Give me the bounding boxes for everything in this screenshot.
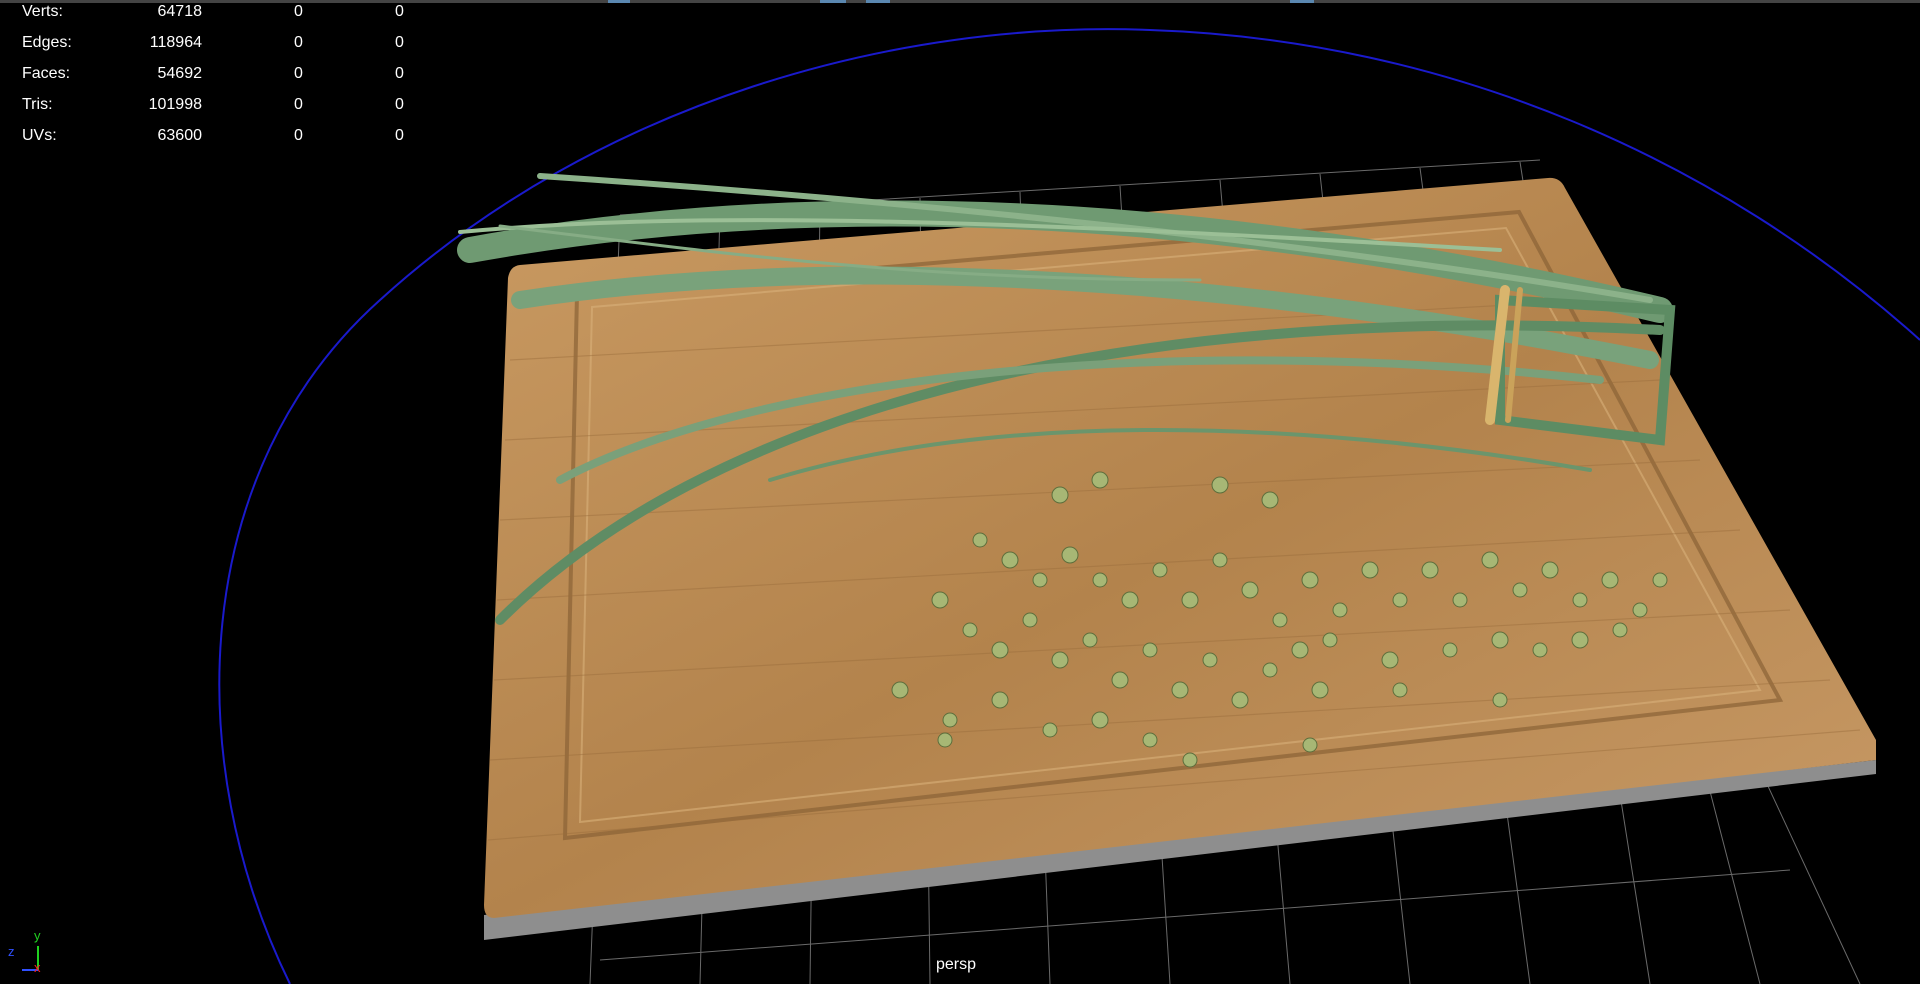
hud-selected: 0 — [294, 34, 303, 51]
hud-component: 0 — [395, 96, 404, 113]
hud-selected: 0 — [294, 127, 303, 144]
hud-label: Faces: — [22, 65, 71, 82]
hud-label: Verts: — [22, 3, 63, 20]
scene-canvas[interactable] — [0, 0, 1920, 984]
axis-y-label: y — [34, 928, 41, 943]
hud-component: 0 — [395, 127, 404, 144]
hud-row-tris: Tris: 101998 0 0 — [0, 96, 420, 116]
hud-selected: 0 — [294, 65, 303, 82]
hud-total: 63600 — [157, 127, 203, 144]
view-axis-gizmo: y z x — [8, 928, 48, 978]
hud-row-uvs: UVs: 63600 0 0 — [0, 127, 420, 147]
maya-viewport[interactable]: Verts: 64718 0 0 Edges: 118964 0 0 Faces… — [0, 0, 1920, 984]
hud-total: 118964 — [149, 34, 202, 51]
hud-label: Edges: — [22, 34, 72, 51]
hud-label: UVs: — [22, 127, 57, 144]
axis-z-label: z — [8, 944, 15, 959]
hud-total: 54692 — [157, 65, 203, 82]
camera-name-label: persp — [936, 956, 977, 973]
hud-selected: 0 — [294, 96, 303, 113]
hud-total: 64718 — [157, 3, 203, 20]
hud-row-edges: Edges: 118964 0 0 — [0, 34, 420, 54]
hud-selected: 0 — [294, 3, 303, 20]
hud-component: 0 — [395, 65, 404, 82]
hud-component: 0 — [395, 3, 404, 20]
hud-total: 101998 — [148, 96, 202, 113]
hud-component: 0 — [395, 34, 404, 51]
axis-x-label: x — [34, 960, 41, 975]
hud-label: Tris: — [22, 96, 53, 113]
hud-row-verts: Verts: 64718 0 0 — [0, 3, 420, 23]
hud-row-faces: Faces: 54692 0 0 — [0, 65, 420, 85]
